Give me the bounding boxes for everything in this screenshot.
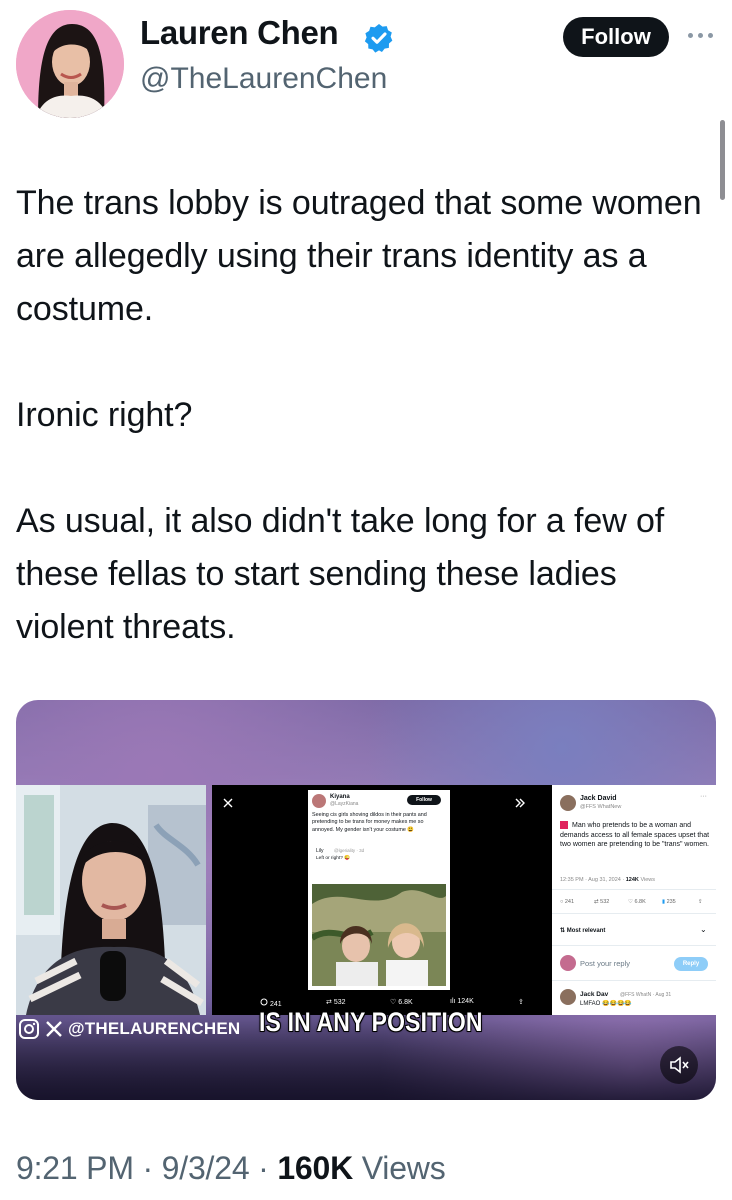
x-logo-icon [46,1021,62,1037]
host-image [16,785,206,1015]
reply-input-placeholder: Post your reply [580,959,631,968]
close-icon [223,798,233,808]
tweet-time[interactable]: 9:21 PM [16,1150,134,1186]
inner-views-count: ılı 124K [450,998,474,1005]
inner-post-text: Seeing cis girls shoving dildos in their… [312,812,427,833]
inner-reposts-count: ⇄ 532 [326,999,346,1006]
inner-post-handle: @LayzKiana [330,801,359,807]
scrollbar-thumb[interactable] [720,120,725,200]
mute-icon[interactable] [660,1046,698,1084]
follow-button[interactable]: Follow [563,17,669,57]
inner-post-photo [312,884,446,986]
video-caption: IS IN ANY POSITION [259,1007,483,1037]
reply-author: Jack Dav [580,991,609,998]
chevron-double-right-icon [515,798,525,808]
tweet-text: The trans lobby is outraged that some wo… [16,177,716,654]
inner-reply-name: Lily [316,848,324,854]
author-handle[interactable]: @TheLaurenChen [140,62,387,96]
instagram-icon [19,1019,39,1039]
right-post-more-icon: ··· [700,793,707,800]
right-post-name: Jack David [580,795,617,802]
inner-post-card: Kiyana @LayzKiana Follow Seeing cis girl… [308,790,450,990]
tweet-meta: 9:21 PM · 9/3/24 · 160K Views [16,1150,446,1186]
reply-button: Reply [674,957,708,971]
views-count: 160K [277,1150,354,1186]
more-options-icon[interactable] [688,30,718,40]
right-post-avatar [560,795,576,811]
tweet-paragraph: The trans lobby is outraged that some wo… [16,184,702,329]
tweet-paragraph: Ironic right? [16,396,193,435]
views-label: Views [361,1150,446,1186]
tweet-date[interactable]: 9/3/24 [162,1150,250,1186]
inner-reply-meta: @lgeriality · 3d [334,848,365,853]
inner-reply-text: Left or right? 😜 [316,856,351,861]
video-right-post-panel: Jack David @FFS WhatNew ··· Man who pret… [552,785,716,1015]
reply-avatar [560,955,576,971]
right-post-timestamp: 12:35 PM · Aug 31, 2024 · 124K Views [560,877,656,883]
avatar-image [16,10,124,118]
author-avatar[interactable] [16,10,124,118]
inner-post-name: Kiyana [330,794,350,800]
author-display-name[interactable]: Lauren Chen [140,14,339,52]
right-post-text: Man who pretends to be a woman and deman… [560,822,710,849]
video-overlay-handle: @THELAURENCHEN [18,1016,240,1042]
tweet-paragraph: As usual, it also didn't take long for a… [16,502,665,647]
reply-text: LMFAO 😂😂😂😂 [580,1001,632,1007]
video-host-webcam [16,785,206,1015]
inner-likes-count: ♡ 6.8K [390,999,413,1006]
sort-most-relevant: ⇅ Most relevant [560,928,606,934]
right-post-handle: @FFS WhatNew [580,804,622,810]
inner-share-icon: ⇪ [518,999,524,1006]
reply-meta: @FFS WhatN · Aug 31 [620,992,672,998]
inner-follow-button: Follow [407,795,441,805]
video-screen-recording: Kiyana @LayzKiana Follow Seeing cis girl… [212,785,552,1015]
chevron-down-icon: ⌄ [700,925,707,934]
verified-badge-icon [364,24,393,53]
tweet-video[interactable]: Kiyana @LayzKiana Follow Seeing cis girl… [16,700,716,1100]
